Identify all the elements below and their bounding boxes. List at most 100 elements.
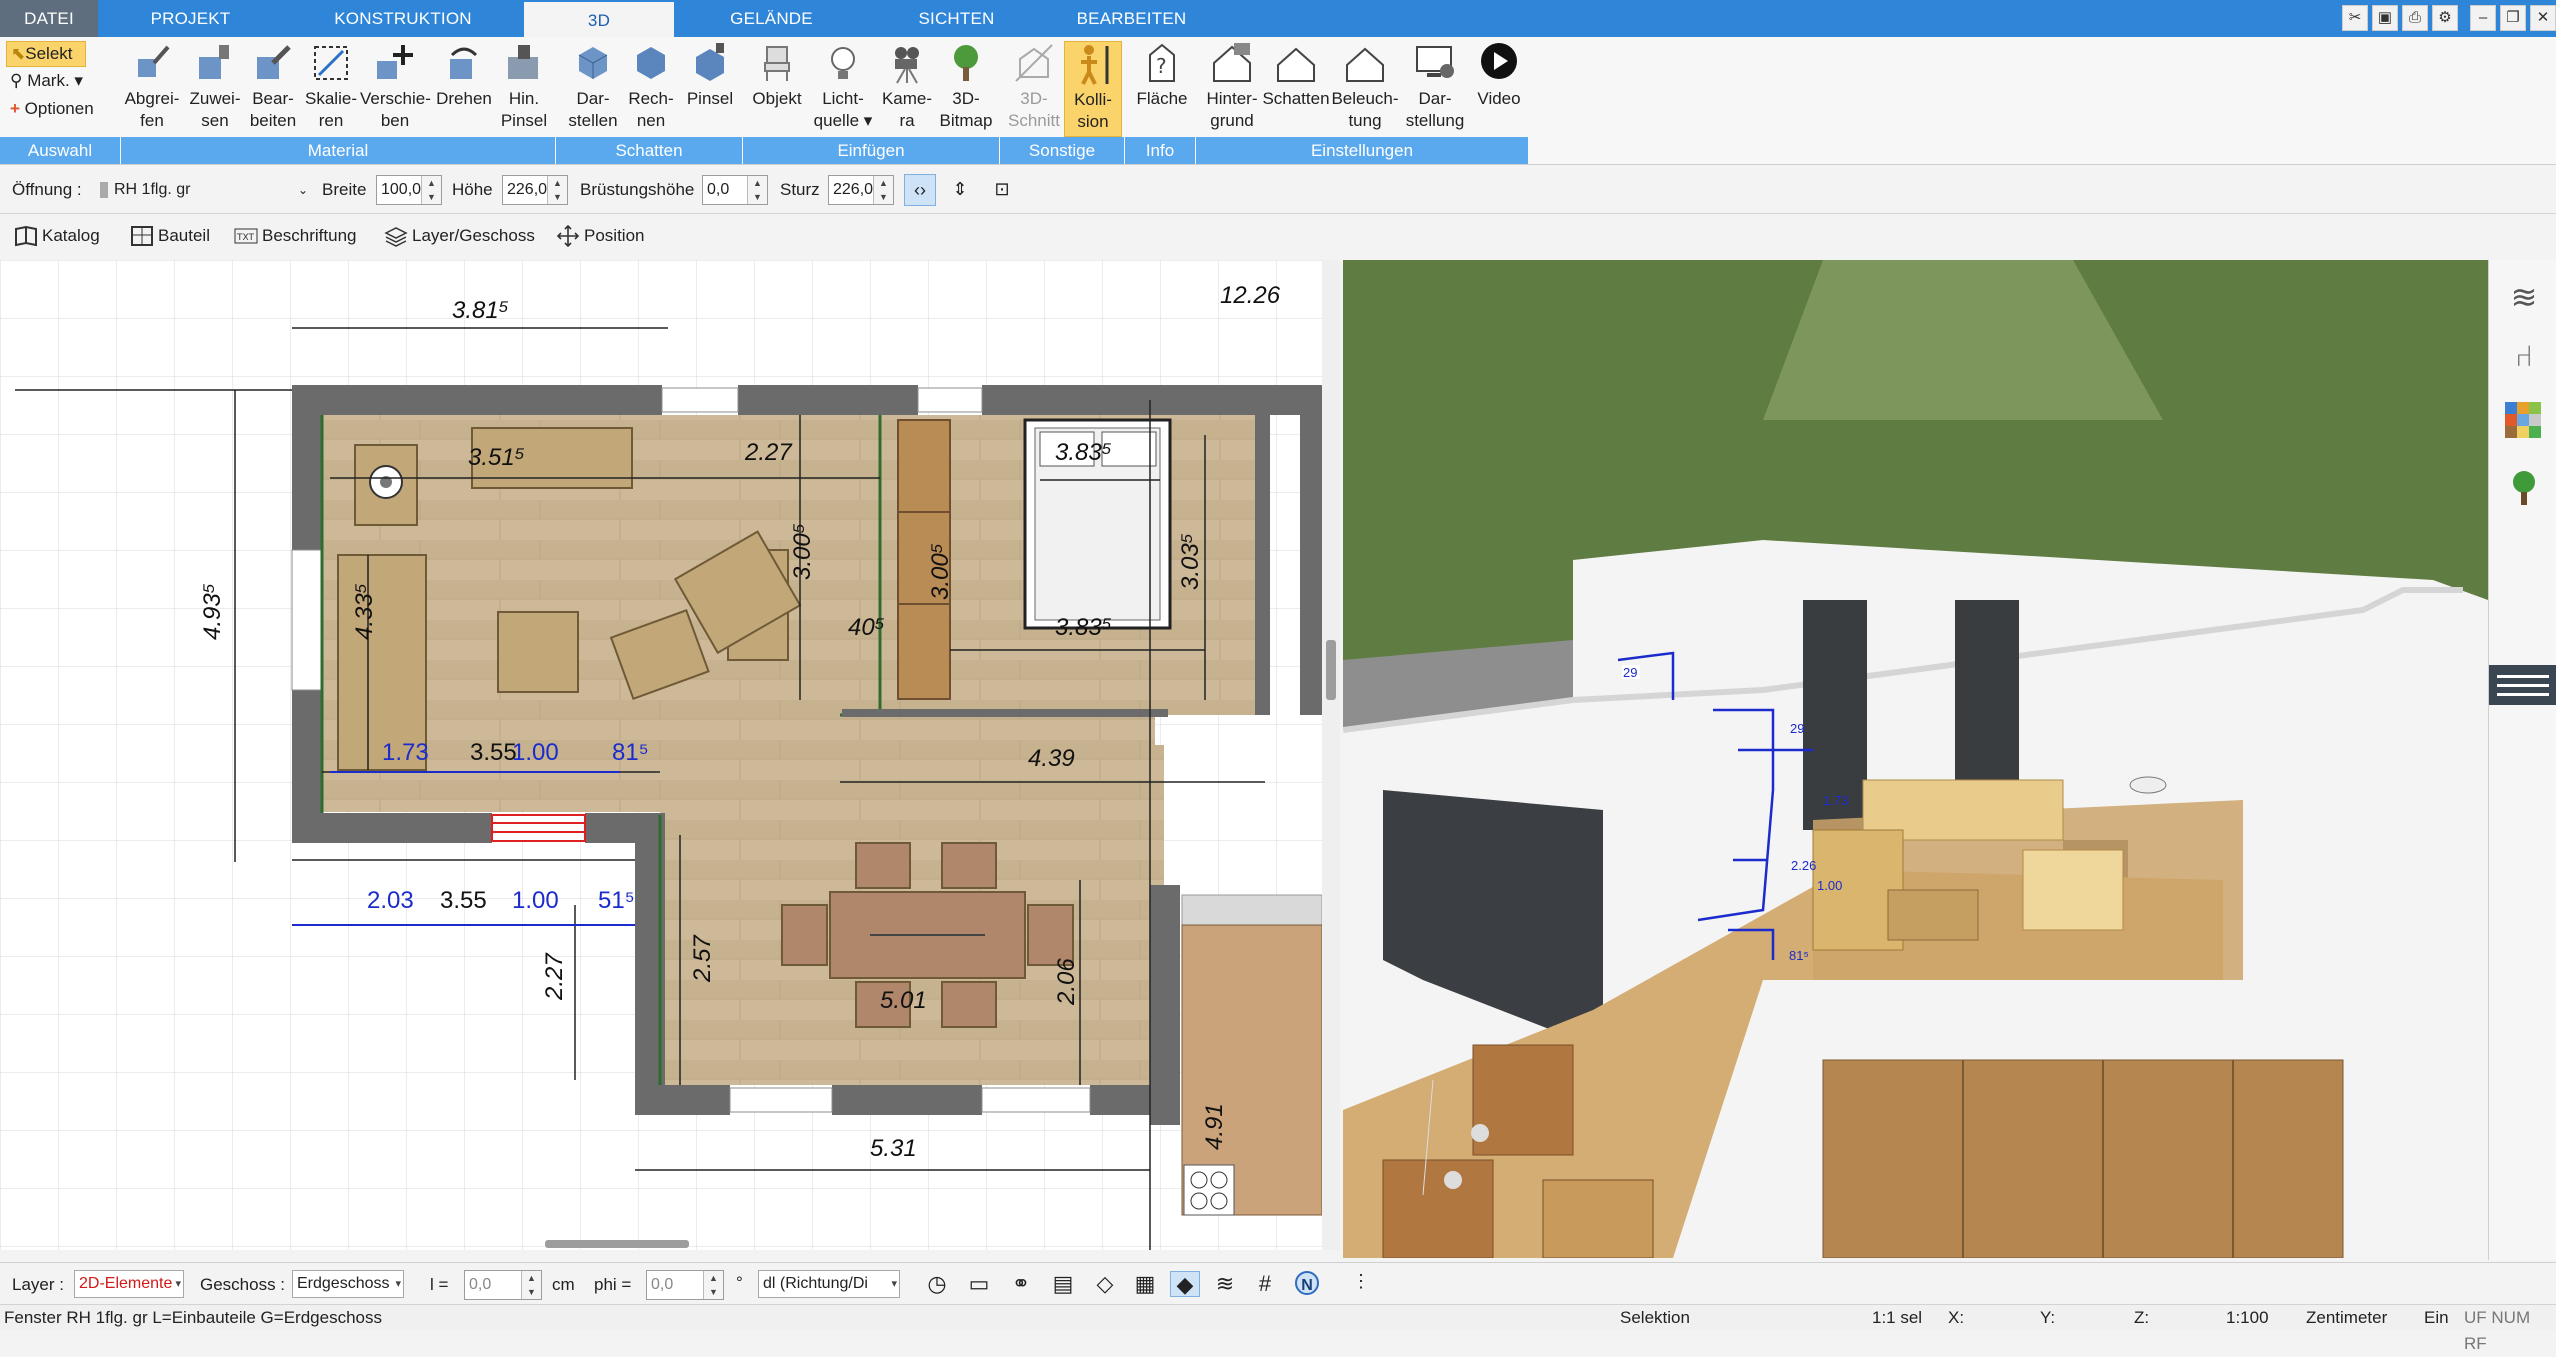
flip-vertical-icon[interactable]: ⇕	[946, 174, 974, 206]
layer-select[interactable]: 2D-Elemente ▾	[74, 1270, 184, 1298]
close-icon[interactable]: ✕	[2530, 5, 2556, 31]
hoehe-input[interactable]: 226,0 ▲ ▼	[502, 175, 568, 205]
flip-horizontal-icon[interactable]: ‹›	[904, 174, 936, 206]
3d-bitmap-button[interactable]: 3D- Bitmap	[938, 41, 994, 132]
tab-konstruktion[interactable]: KONSTRUKTION	[283, 0, 523, 37]
stack-icon[interactable]: ≋	[1210, 1271, 1240, 1297]
tree-icon[interactable]	[2505, 468, 2543, 506]
more-options-icon[interactable]: ⋮	[1346, 1271, 1376, 1297]
hin-pinsel-button[interactable]: Hin. Pinsel	[496, 41, 552, 132]
verschieben-button[interactable]: Verschie-ben	[360, 41, 431, 132]
plane-icon[interactable]: ◆	[1170, 1271, 1200, 1297]
flaeche-button[interactable]: ? Fläche	[1130, 41, 1194, 110]
3d-view[interactable]: 29 29 1.73 2.26 1.00 81⁵	[1343, 260, 2488, 1258]
skalieren-button[interactable]: Skalie-ren	[302, 41, 360, 132]
3d-schnitt-button[interactable]: 3D- Schnitt	[1004, 41, 1064, 132]
dim-living-width: 2.27	[744, 439, 793, 466]
status-bar: Fenster RH 1flg. gr L=Einbauteile G=Erdg…	[0, 1304, 2556, 1353]
tab-bearbeiten[interactable]: BEARBEITEN	[1044, 0, 1219, 37]
monitor-icon[interactable]: ▭	[964, 1271, 994, 1297]
window-properties-icon[interactable]: ⊡	[986, 174, 1018, 206]
direction-select[interactable]: dl (Richtung/Di ▾	[758, 1270, 900, 1298]
restore-icon[interactable]: ❐	[2500, 5, 2526, 31]
zuweisen-button[interactable]: Zuwei-sen	[186, 41, 244, 132]
tab-sichten[interactable]: SICHTEN	[869, 0, 1044, 37]
position-button[interactable]: Position	[552, 221, 644, 251]
chair-icon[interactable]: ⑁	[2505, 338, 2543, 376]
breite-input[interactable]: 100,0 ▲ ▼	[376, 175, 442, 205]
bruestung-input[interactable]: 0,0 ▲ ▼	[702, 175, 768, 205]
splitter-handle[interactable]	[1326, 640, 1336, 700]
optionen-button[interactable]: + Optionen	[10, 99, 94, 119]
grid-icon[interactable]: #	[1250, 1271, 1280, 1297]
zuweisen-label-2: sen	[201, 111, 229, 130]
bearbeiten-button[interactable]: Bear-beiten	[244, 41, 302, 132]
beleuchtung-button[interactable]: Beleuch-tung	[1330, 41, 1400, 132]
beschriftung-button[interactable]: TXT Beschriftung	[230, 221, 357, 251]
drehen-button[interactable]: Drehen	[432, 41, 496, 110]
mark-button[interactable]: ⚲ Mark. ▾	[10, 71, 83, 91]
texture-icon[interactable]: ▦	[1130, 1271, 1160, 1297]
clock-icon[interactable]: ◷	[922, 1271, 952, 1297]
schatten-pinsel-button[interactable]: Pinsel	[682, 41, 738, 110]
phi-input[interactable]: 0,0 ▲ ▼	[646, 1270, 724, 1300]
dim-bed-height: 3.03⁵	[1177, 533, 1204, 590]
selekt-button[interactable]: ⬉Selekt	[6, 41, 86, 67]
print-icon[interactable]: ⎙	[2402, 5, 2428, 31]
eraser-icon[interactable]: ◇	[1090, 1271, 1120, 1297]
l-label: l =	[430, 1275, 449, 1294]
tab-projekt[interactable]: PROJEKT	[98, 0, 283, 37]
bauteil-button[interactable]: Bauteil	[126, 221, 210, 251]
spinner-arrows-icon[interactable]: ▲ ▼	[521, 1271, 541, 1299]
video-button[interactable]: Video	[1470, 41, 1528, 110]
oeffnung-select[interactable]: RH 1flg. gr ⌄	[100, 175, 312, 205]
spinner-arrows-icon[interactable]: ▲ ▼	[873, 176, 893, 204]
camera-icon[interactable]: ⚭	[1006, 1271, 1036, 1297]
group-schatten: Schatten	[556, 137, 742, 164]
north-icon[interactable]: N	[1292, 1271, 1322, 1297]
right-side-toolbar: ≋ ⑁	[2488, 260, 2556, 1260]
tab-datei[interactable]: DATEI	[0, 0, 98, 37]
kamera-button[interactable]: Kame-ra	[878, 41, 936, 132]
tab-3d[interactable]: 3D	[524, 0, 674, 37]
darstellung-label-2: stellung	[1405, 111, 1465, 130]
objekt-button[interactable]: Objekt	[748, 41, 806, 110]
tools-icon[interactable]: ✂	[2342, 5, 2368, 31]
3d-scene[interactable]: 29 29 1.73 2.26 1.00 81⁵	[1343, 260, 2488, 1258]
schatten-darstellen-button[interactable]: Dar-stellen	[564, 41, 622, 132]
spinner-arrows-icon[interactable]: ▲ ▼	[547, 176, 567, 204]
material-palette-icon[interactable]	[2505, 402, 2543, 440]
plan-scrollbar-thumb[interactable]	[545, 1240, 689, 1248]
lichtquelle-button[interactable]: Licht-quelle ▾	[808, 41, 878, 132]
floor-plan-view[interactable]: 3.81⁵ 12.26 4.93⁵ 3.51⁵ 4.33⁵ 2.27 3.00⁵…	[0, 260, 1340, 1250]
spinner-arrows-icon[interactable]: ▲ ▼	[421, 176, 441, 204]
3d-bitmap-label-2: Bitmap	[939, 111, 993, 130]
darstellung-button[interactable]: Dar-stellung	[1400, 41, 1470, 132]
selected-window[interactable]	[491, 814, 586, 842]
hamburger-menu-icon[interactable]	[2489, 665, 2556, 705]
floor-plan-drawing[interactable]: 3.81⁵ 12.26 4.93⁵ 3.51⁵ 4.33⁵ 2.27 3.00⁵…	[0, 260, 1323, 1250]
view-splitter[interactable]	[1322, 260, 1340, 1250]
l-input[interactable]: 0,0 ▲ ▼	[464, 1270, 542, 1300]
katalog-button[interactable]: Katalog	[10, 221, 100, 251]
settings-icon[interactable]: ⚙	[2432, 5, 2458, 31]
abgreifen-button[interactable]: Abgrei-fen	[120, 41, 184, 132]
paint-icon[interactable]: ▤	[1048, 1271, 1078, 1297]
layer-geschoss-button[interactable]: Layer/Geschoss	[380, 221, 535, 251]
spinner-arrows-icon[interactable]: ▲ ▼	[703, 1271, 723, 1299]
layers-icon[interactable]: ≋	[2505, 278, 2543, 316]
hintergrund-button[interactable]: Hinter-grund	[1200, 41, 1264, 132]
sturz-input[interactable]: 226,0 ▲ ▼	[828, 175, 894, 205]
geschoss-select[interactable]: Erdgeschoss ▾	[292, 1270, 404, 1298]
schatten-einst-button[interactable]: Schatten	[1262, 41, 1330, 110]
minimize-icon[interactable]: –	[2470, 5, 2496, 31]
dim-small-height: 4.91	[1201, 1103, 1228, 1150]
lock-icon[interactable]: ▣	[2372, 5, 2398, 31]
tab-gelaende[interactable]: GELÄNDE	[674, 0, 869, 37]
dim-right-height: 2.06	[1053, 958, 1080, 1006]
spinner-arrows-icon[interactable]: ▲ ▼	[747, 176, 767, 204]
schatten-rechnen-button[interactable]: Rech-nen	[622, 41, 680, 132]
status-scale-sel: 1:1 sel	[1872, 1308, 1923, 1327]
dim-window-81: 81⁵	[612, 739, 649, 766]
kollision-button[interactable]: Kolli-sion	[1064, 41, 1122, 137]
